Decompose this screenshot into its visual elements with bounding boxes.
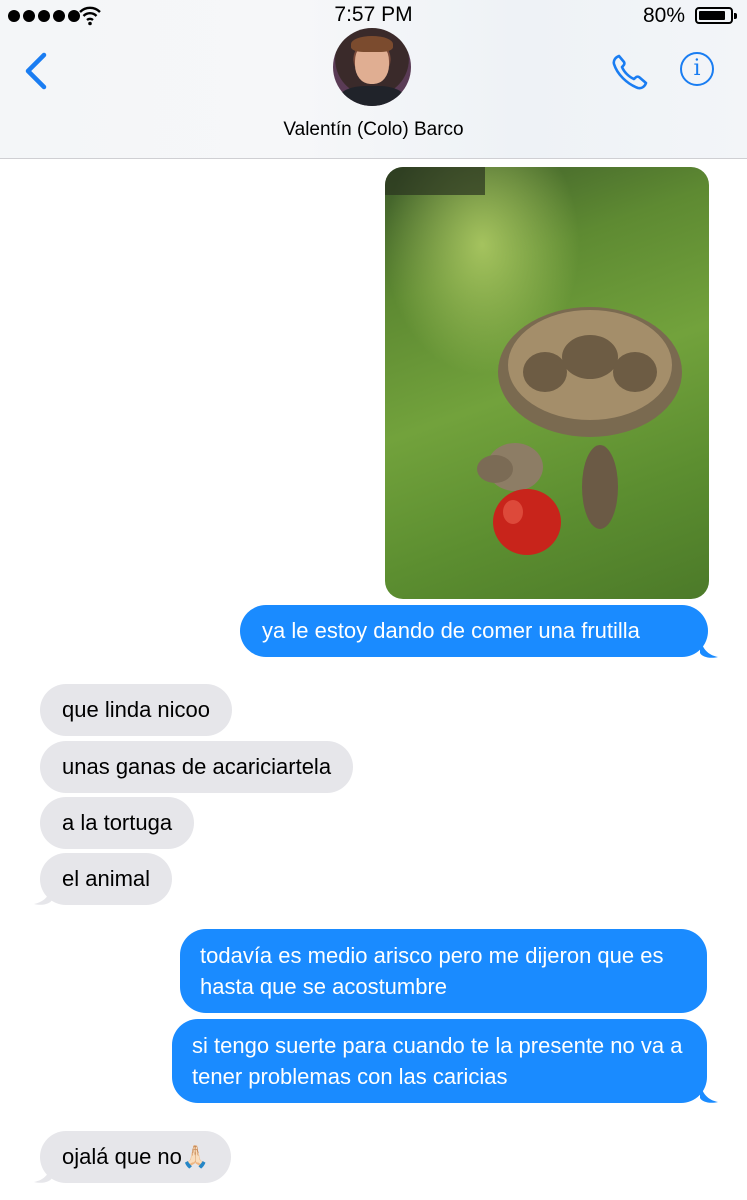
bubble-tail bbox=[34, 1162, 52, 1183]
message-bubble-outgoing[interactable]: todavía es medio arisco pero me dijeron … bbox=[180, 929, 707, 1013]
message-bubble-incoming[interactable]: que linda nicoo bbox=[40, 684, 233, 736]
contact-name[interactable]: Valentín (Colo) Barco bbox=[0, 119, 747, 141]
battery-percent: 80% bbox=[642, 4, 685, 27]
bubble-tail bbox=[700, 637, 718, 658]
message-bubble-incoming[interactable]: unas ganas de acariciartela bbox=[40, 741, 354, 793]
message-bubble-incoming[interactable]: ojalá que no🙏🏻 bbox=[40, 1131, 232, 1183]
bubble-tail bbox=[700, 1082, 718, 1103]
battery-icon bbox=[695, 7, 737, 24]
message-bubble-outgoing[interactable]: si tengo suerte para cuando te la presen… bbox=[172, 1019, 707, 1103]
avatar[interactable] bbox=[333, 28, 411, 106]
bubble-tail bbox=[34, 884, 52, 905]
back-icon[interactable] bbox=[22, 52, 48, 90]
status-bar: 7:57 PM 80% bbox=[0, 0, 747, 34]
clock: 7:57 PM bbox=[334, 3, 413, 26]
message-bubble-incoming[interactable]: el animal bbox=[40, 853, 173, 905]
tortoise-photo bbox=[385, 167, 709, 599]
phone-icon[interactable] bbox=[610, 52, 650, 92]
info-icon[interactable]: i bbox=[680, 52, 714, 86]
photo-message[interactable] bbox=[385, 167, 709, 599]
message-bubble-incoming[interactable]: a la tortuga bbox=[40, 797, 195, 849]
message-bubble-outgoing[interactable]: ya le estoy dando de comer una frutilla bbox=[240, 605, 708, 657]
